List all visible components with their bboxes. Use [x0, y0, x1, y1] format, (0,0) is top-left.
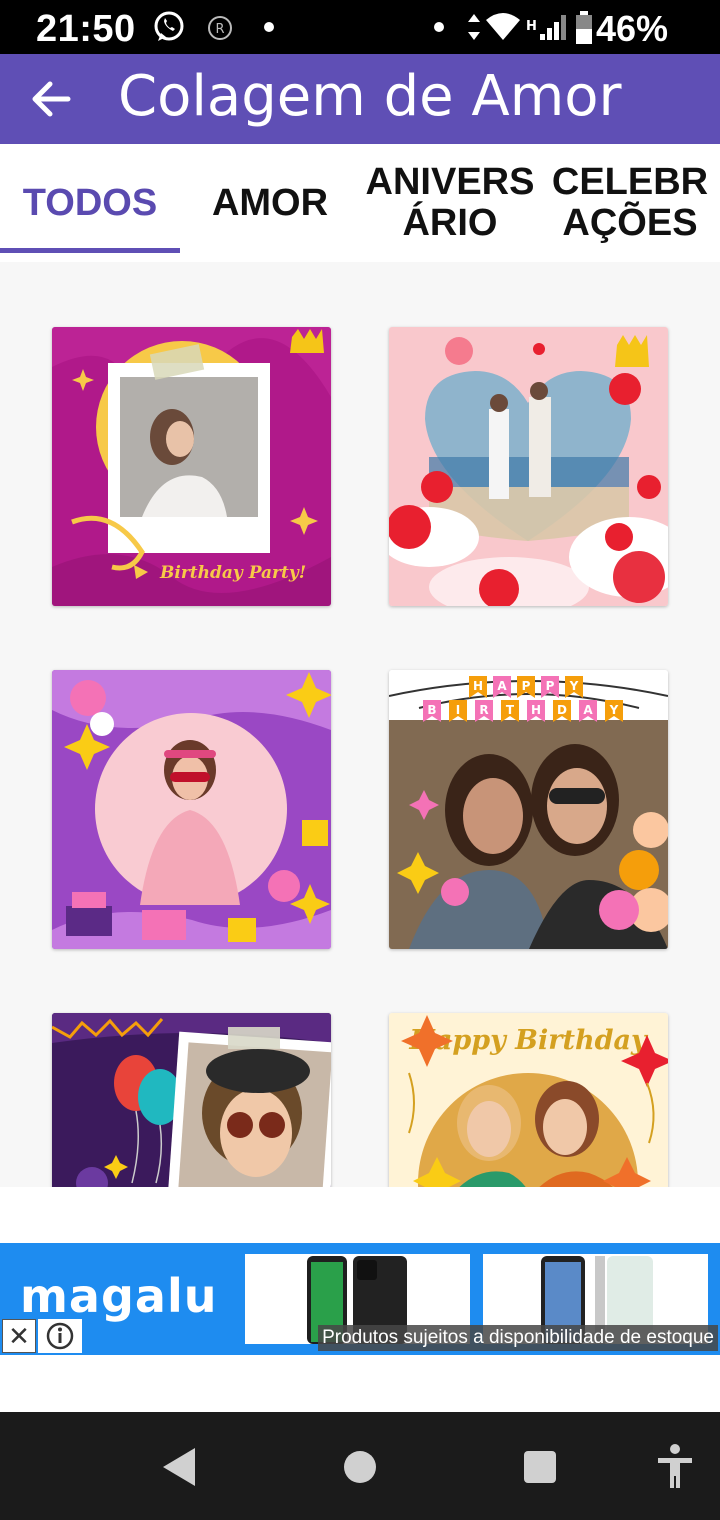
banner-flag-letter: A	[497, 679, 507, 693]
signal-icon: H	[526, 15, 566, 40]
banner-flag-letter: B	[427, 703, 436, 717]
tab-amor[interactable]: AMOR	[180, 144, 360, 262]
svg-text:R: R	[215, 22, 224, 37]
template-card-balloons-frame[interactable]	[52, 1013, 331, 1187]
battery-percentage: 46%	[595, 8, 668, 49]
banner-flag-letter: T	[506, 703, 515, 717]
template-grid: Birthday Party! H A P P Y B I R T H D A …	[0, 262, 720, 1187]
card-caption: Birthday Party!	[159, 563, 306, 583]
tab-aniversario[interactable]: ANIVERS ÁRIO	[360, 144, 540, 262]
recents-square-icon[interactable]	[515, 1442, 565, 1492]
arrow-left-icon[interactable]	[28, 76, 74, 122]
accessibility-icon[interactable]	[650, 1442, 700, 1492]
ad-disclaimer: Produtos sujeitos a disponibilidade de e…	[318, 1325, 718, 1351]
tab-label: ANIVERS ÁRIO	[365, 161, 535, 244]
close-icon[interactable]: ✕	[2, 1319, 36, 1353]
tab-label: TODOS	[22, 181, 158, 224]
back-triangle-icon[interactable]	[155, 1442, 205, 1492]
status-time: 21:50	[36, 8, 136, 50]
banner-flag-letter: A	[583, 703, 593, 717]
banner-flag-letter: P	[522, 679, 531, 693]
ad-brand-logo: magalu	[20, 1269, 218, 1323]
nfc-icon: R	[208, 16, 232, 40]
banner-flag-letter: Y	[609, 703, 619, 717]
dot-icon	[264, 22, 274, 32]
tab-indicator	[0, 248, 180, 253]
tab-label: CELEBR AÇÕES	[551, 161, 709, 244]
dot-icon	[434, 22, 444, 32]
page-title: Colagem de Amor	[118, 64, 622, 129]
ad-banner[interactable]: magalu ✕ Produtos sujeitos a disponibili…	[0, 1243, 720, 1355]
system-navigation-bar	[0, 1412, 720, 1520]
svg-text:H: H	[526, 19, 537, 34]
banner-flag-letter: P	[546, 679, 555, 693]
template-card-heart-love[interactable]	[389, 327, 668, 606]
banner-flag-letter: Y	[569, 679, 579, 693]
template-card-happy-birthday-banner[interactable]: HAPPY BIRTHDAY	[389, 670, 668, 949]
status-bar: 21:50 R H 46%	[0, 0, 720, 54]
whatsapp-icon	[154, 11, 184, 41]
template-card-purple-birthday[interactable]	[52, 670, 331, 949]
battery-icon	[576, 11, 592, 44]
data-arrows-icon	[468, 14, 480, 40]
banner-flag-letter: R	[479, 703, 488, 717]
tab-todos[interactable]: TODOS	[0, 144, 180, 262]
home-circle-icon[interactable]	[335, 1442, 385, 1492]
wifi-icon	[486, 13, 520, 40]
tab-celebracoes[interactable]: CELEBR AÇÕES	[540, 144, 720, 262]
banner-flag-letter: D	[557, 703, 567, 717]
info-icon[interactable]	[38, 1319, 82, 1353]
category-tabs: TODOS AMOR ANIVERS ÁRIO CELEBR AÇÕES	[0, 144, 720, 262]
banner-flag-letter: H	[473, 679, 483, 693]
template-card-happy-birthday-stars[interactable]: Happy Birthday	[389, 1013, 668, 1187]
tab-label: AMOR	[211, 181, 329, 224]
banner-flag-letter: I	[456, 703, 460, 717]
app-bar: Colagem de Amor	[0, 54, 720, 144]
banner-flag-letter: H	[531, 703, 541, 717]
template-card-birthday-party[interactable]: Birthday Party!	[52, 327, 331, 606]
